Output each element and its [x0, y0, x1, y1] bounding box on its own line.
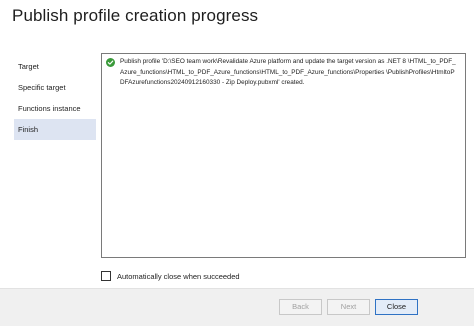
log-entry: Publish profile 'D:\SEO team work\Revali… [106, 57, 459, 89]
step-finish[interactable]: Finish [14, 119, 96, 140]
progress-log[interactable]: Publish profile 'D:\SEO team work\Revali… [101, 53, 466, 258]
step-target[interactable]: Target [14, 56, 96, 77]
auto-close-checkbox[interactable] [101, 271, 111, 281]
dialog-footer: Back Next Close [0, 288, 474, 326]
close-button[interactable]: Close [375, 299, 418, 315]
success-check-icon [106, 58, 115, 67]
back-button[interactable]: Back [279, 299, 322, 315]
step-functions-instance[interactable]: Functions instance [14, 98, 96, 119]
log-message: Publish profile 'D:\SEO team work\Revali… [120, 58, 456, 87]
auto-close-label[interactable]: Automatically close when succeeded [117, 272, 240, 281]
dialog-title: Publish profile creation progress [12, 6, 259, 25]
wizard-steps: Target Specific target Functions instanc… [14, 56, 96, 140]
step-specific-target[interactable]: Specific target [14, 77, 96, 98]
auto-close-option[interactable]: Automatically close when succeeded [101, 271, 240, 281]
next-button[interactable]: Next [327, 299, 370, 315]
